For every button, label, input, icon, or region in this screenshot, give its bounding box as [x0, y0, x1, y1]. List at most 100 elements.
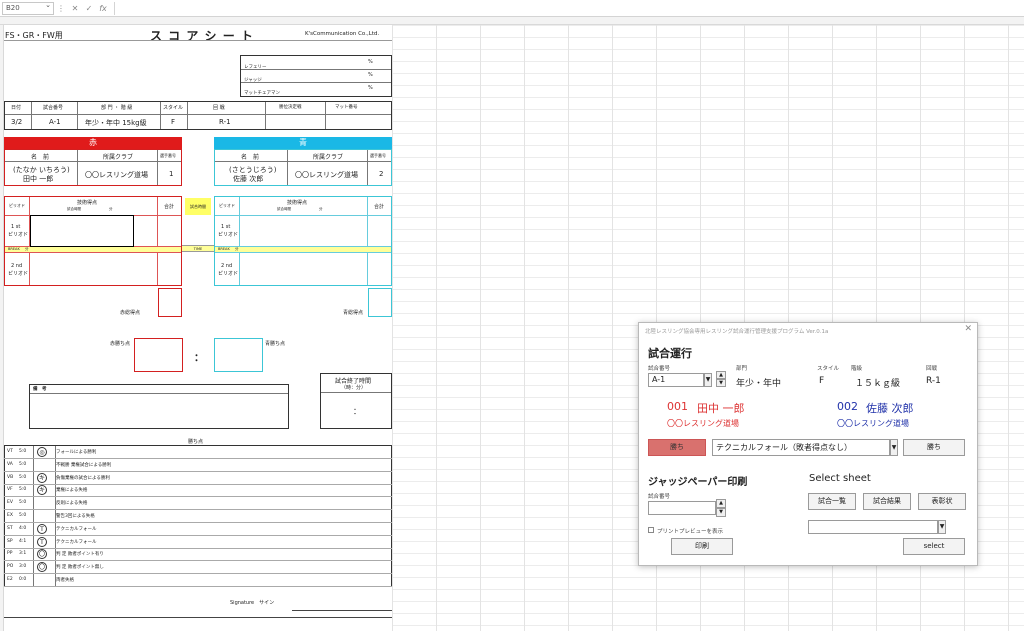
- fx-icon[interactable]: fx: [96, 4, 110, 13]
- match-no-dropdown-icon[interactable]: ▼: [704, 373, 712, 387]
- blue-header: 青: [214, 137, 392, 149]
- win-code: VB: [7, 475, 14, 480]
- win-pts: 5:0: [19, 462, 27, 467]
- info-match: A-1: [49, 118, 61, 126]
- judge-match-up-icon[interactable]: ▲: [716, 499, 726, 508]
- info-head-rank: 勝位決定戦: [279, 105, 302, 110]
- win-pts: 5:0: [19, 500, 27, 505]
- red-competitor-table: 名 前 所属クラブ 選手番号 (たなか いちろう) 田中 一郎 〇〇レスリング道…: [4, 149, 182, 186]
- win-desc: 棄権による失格: [56, 488, 88, 493]
- blue-club-head: 所属クラブ: [313, 154, 344, 161]
- red-win-button[interactable]: 勝ち: [648, 439, 706, 456]
- red-win-box: [134, 338, 183, 372]
- win-pts: 4:0: [19, 526, 27, 531]
- win-type-row: E2 0:0 両者失格: [4, 574, 392, 587]
- info-date: 3/2: [11, 118, 23, 126]
- blue-win-button[interactable]: 勝ち: [903, 439, 965, 456]
- blue-period-head: ピリオド: [219, 203, 235, 208]
- red-total-label: 赤総得点: [120, 310, 141, 316]
- section-sheet: Select sheet: [809, 473, 871, 484]
- red-period1-b: ピリオド: [8, 232, 29, 238]
- win-pts: 0:0: [19, 577, 27, 582]
- win-code: E2: [7, 577, 13, 582]
- match-list-button[interactable]: 試合一覧: [808, 493, 856, 510]
- formula-input[interactable]: [114, 1, 1020, 15]
- win-code: EV: [7, 500, 13, 505]
- blue-period1-a: 1 st: [221, 224, 231, 230]
- preview-label: プリントプレビューを表示: [657, 529, 724, 535]
- end-time-colon: ：: [353, 407, 361, 416]
- win-colon: ：: [194, 353, 204, 364]
- sheet-dropdown-icon[interactable]: ▼: [938, 520, 946, 534]
- win-desc: フォールによる勝利: [56, 450, 97, 455]
- sheet-select[interactable]: [808, 520, 938, 534]
- ratio-label-3: マットチェアマン: [244, 91, 280, 96]
- info-head-round: 回 戦: [213, 105, 225, 111]
- red-period2-a: 2 nd: [11, 263, 23, 269]
- weight-label: 階級: [851, 366, 863, 372]
- match-no-down-icon[interactable]: ▼: [716, 379, 726, 387]
- signature-line: [292, 610, 392, 611]
- win-desc: テクニカルフォール: [56, 527, 97, 532]
- blue-name-head: 名 前: [241, 154, 260, 161]
- red-no-head: 選手番号: [160, 153, 176, 158]
- win-mark-icon: キ: [37, 485, 47, 495]
- close-icon[interactable]: ✕: [964, 324, 972, 334]
- selected-cell[interactable]: [30, 215, 134, 247]
- win-mark-icon: ◎: [37, 447, 47, 457]
- win-pts: 5:0: [19, 487, 27, 492]
- round-value: R-1: [926, 376, 941, 386]
- remarks-box: 備 考: [29, 384, 289, 429]
- win-type-row: EX 5:0 警告3回による失格: [4, 510, 392, 523]
- award-button[interactable]: 表彰状: [918, 493, 966, 510]
- judge-match-down-icon[interactable]: ▼: [716, 508, 726, 517]
- blue-total-box: [368, 288, 392, 317]
- bottom-line: [4, 617, 392, 618]
- blue-player-no: 002: [837, 400, 858, 413]
- column-header[interactable]: [0, 17, 1024, 25]
- enter-icon[interactable]: ✓: [82, 4, 96, 13]
- result-dropdown-icon[interactable]: ▼: [890, 439, 898, 456]
- match-no-up-icon[interactable]: ▲: [716, 371, 726, 379]
- win-pts: 3:1: [19, 551, 27, 556]
- blue-name-kanji: 佐藤 次郎: [233, 175, 264, 183]
- blue-player-club: 〇〇レスリング道場: [837, 419, 909, 428]
- red-total-box: [158, 288, 182, 317]
- section-judge: ジャッジペーパー印刷: [648, 477, 748, 488]
- preview-checkbox[interactable]: [648, 527, 654, 533]
- red-no: 1: [169, 170, 174, 178]
- blue-win-label: 青勝ち点: [265, 341, 286, 347]
- win-mark-icon: キ: [37, 473, 47, 483]
- section-match: 試合運行: [648, 347, 692, 360]
- match-time-head: 試合時間: [185, 198, 211, 215]
- red-player-no: 001: [667, 400, 688, 413]
- win-pts: 4:1: [19, 539, 27, 544]
- division-label: 部門: [736, 366, 748, 372]
- blue-score-table: ピリオド 技術得点 試合時間 分 合計 1 st ピリオド BREAK 分 2 …: [214, 196, 392, 286]
- win-code: PP: [7, 551, 13, 556]
- red-club-head: 所属クラブ: [103, 154, 134, 161]
- cancel-icon[interactable]: ✕: [68, 4, 82, 13]
- info-head-division: 部 門 ・ 階 級: [101, 105, 133, 111]
- win-code: VA: [7, 462, 13, 467]
- match-no-select[interactable]: A-1: [648, 373, 704, 387]
- blue-tech-head: 技術得点: [287, 200, 308, 206]
- ratio-pct-3: %: [368, 85, 373, 91]
- match-results-button[interactable]: 試合結果: [863, 493, 911, 510]
- win-type-row: VF 5:0 キ 棄権による失格: [4, 484, 392, 497]
- print-button[interactable]: 印刷: [671, 538, 733, 555]
- end-time-box: 試合終了時間 （時：分） ：: [320, 373, 392, 429]
- weight-value: １５ｋｇ級: [855, 379, 901, 389]
- select-button[interactable]: select: [903, 538, 965, 555]
- title-underline: [4, 40, 392, 41]
- info-style: F: [171, 118, 176, 126]
- win-code: VT: [7, 449, 13, 454]
- blue-period2-a: 2 nd: [221, 263, 233, 269]
- name-box[interactable]: B20: [2, 0, 54, 15]
- judge-match-select[interactable]: [648, 501, 716, 515]
- remarks-label: 備 考: [33, 387, 47, 392]
- win-mark-icon: T: [37, 524, 47, 534]
- win-mark-icon: 〇: [37, 562, 47, 572]
- win-mark-icon: T: [37, 537, 47, 547]
- result-select[interactable]: テクニカルフォール（敗者得点なし）: [712, 439, 890, 456]
